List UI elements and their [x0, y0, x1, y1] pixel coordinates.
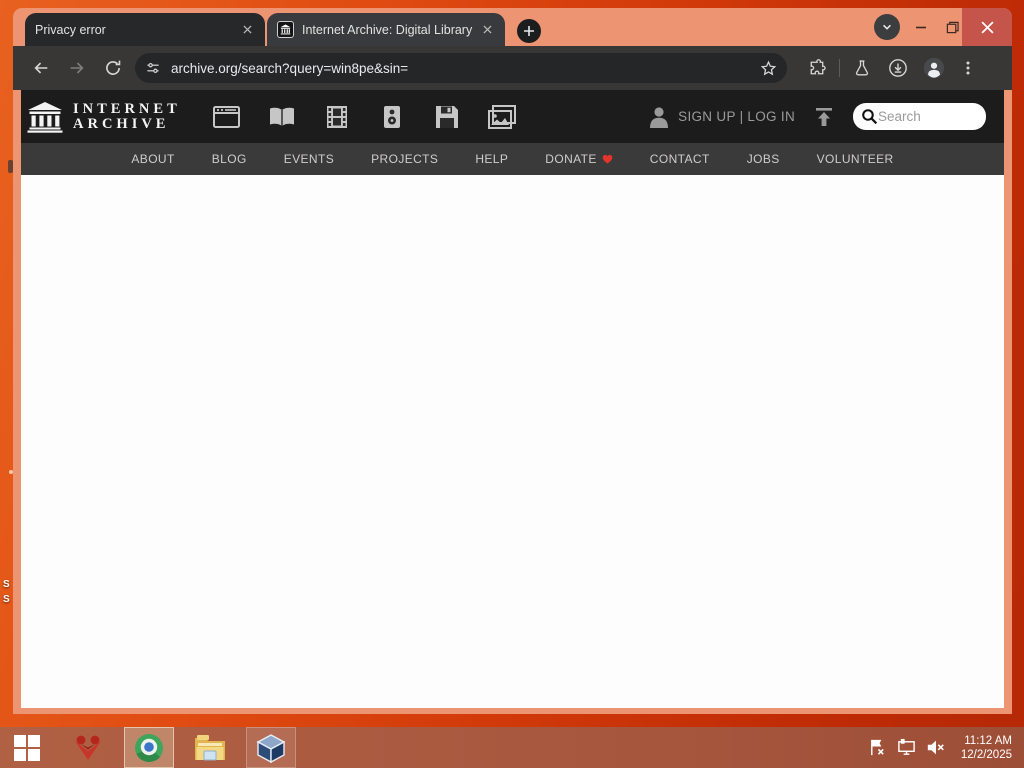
new-tab-button[interactable] — [517, 19, 541, 43]
web-media-icon[interactable] — [207, 102, 247, 132]
internet-archive-favicon — [277, 21, 294, 38]
site-nav: ABOUT BLOG EVENTS PROJECTS HELP DONATE C… — [21, 143, 1004, 175]
nav-item-events[interactable]: EVENTS — [284, 152, 334, 166]
labs-flask-icon[interactable] — [846, 52, 878, 84]
system-tray: 11:12 AM 12/2/2025 — [868, 734, 1024, 762]
extensions-icon[interactable] — [801, 52, 833, 84]
internet-archive-logo[interactable]: INTERNET ARCHIVE — [27, 101, 181, 133]
tray-flag-icon[interactable] — [868, 738, 887, 757]
taskbar-red-app[interactable] — [63, 727, 113, 768]
desktop: S S Privacy error Internet Archive: Digi… — [0, 0, 1024, 768]
nav-item-volunteer[interactable]: VOLUNTEER — [817, 152, 894, 166]
site-search-box[interactable] — [853, 103, 986, 130]
windows-logo-icon — [14, 734, 40, 761]
audio-media-icon[interactable] — [372, 102, 412, 132]
profile-avatar-icon[interactable] — [918, 52, 950, 84]
page-content-empty — [21, 175, 1004, 708]
site-search-input[interactable] — [878, 109, 968, 124]
software-media-icon[interactable] — [427, 102, 467, 132]
red-app-icon — [75, 735, 101, 760]
chevron-down-icon — [874, 14, 900, 40]
forward-button[interactable] — [61, 52, 93, 84]
signup-login-link[interactable]: SIGN UP | LOG IN — [678, 109, 795, 124]
tab-internet-archive[interactable]: Internet Archive: Digital Library — [267, 13, 505, 46]
search-icon — [862, 109, 878, 125]
media-type-icons — [207, 102, 522, 132]
person-icon — [648, 105, 670, 129]
close-button[interactable] — [962, 8, 1012, 46]
nav-item-blog[interactable]: BLOG — [212, 152, 247, 166]
tab-strip: Privacy error Internet Archive: Digital … — [13, 8, 1012, 46]
internet-archive-wordmark: INTERNET ARCHIVE — [73, 100, 181, 132]
reload-button[interactable] — [97, 52, 129, 84]
taskbar-virtualbox[interactable] — [246, 727, 296, 768]
upload-icon[interactable] — [809, 102, 839, 132]
url-bar[interactable]: archive.org/search?query=win8pe&sin= — [135, 53, 787, 83]
taskbar-file-explorer[interactable] — [185, 727, 235, 768]
file-explorer-icon — [195, 735, 225, 761]
downloads-icon[interactable] — [882, 52, 914, 84]
desktop-icon-label-fragment: S — [3, 579, 10, 590]
url-text[interactable]: archive.org/search?query=win8pe&sin= — [171, 61, 760, 76]
images-media-icon[interactable] — [482, 102, 522, 132]
tray-volume-muted-icon[interactable] — [926, 738, 946, 757]
site-info-icon[interactable] — [145, 60, 161, 76]
clock-time: 11:12 AM — [964, 734, 1012, 747]
nav-item-projects[interactable]: PROJECTS — [371, 152, 438, 166]
browser-menu-icon[interactable] — [952, 52, 984, 84]
page-viewport: INTERNET ARCHIVE SIGN UP | LOG IN Search… — [21, 90, 1004, 708]
tray-network-icon[interactable] — [896, 738, 917, 757]
nav-item-about[interactable]: ABOUT — [131, 152, 174, 166]
minimize-button[interactable] — [906, 8, 936, 46]
desktop-icon-label-fragment: S — [3, 594, 10, 605]
taskbar: 11:12 AM 12/2/2025 — [0, 727, 1024, 768]
heart-icon — [602, 154, 613, 164]
browser-window: Privacy error Internet Archive: Digital … — [8, 8, 1012, 714]
tab-close-icon[interactable] — [479, 22, 495, 38]
bookmark-star-icon[interactable] — [760, 60, 777, 77]
browser-toolbar: archive.org/search?query=win8pe&sin= — [13, 46, 1012, 90]
tab-title: Privacy error — [35, 22, 106, 37]
desktop-icon-fragment — [8, 160, 13, 173]
nav-item-jobs[interactable]: JOBS — [747, 152, 780, 166]
tab-close-icon[interactable] — [239, 22, 255, 38]
texts-media-icon[interactable] — [262, 102, 302, 132]
tab-title: Internet Archive: Digital Library — [302, 22, 473, 37]
chrome-browser-icon — [135, 733, 163, 762]
virtualbox-icon — [256, 733, 286, 763]
nav-item-help[interactable]: HELP — [475, 152, 508, 166]
start-button[interactable] — [2, 727, 52, 768]
tab-privacy-error[interactable]: Privacy error — [25, 13, 265, 46]
internet-archive-header: INTERNET ARCHIVE SIGN UP | LOG IN Search — [21, 90, 1004, 143]
toolbar-separator — [839, 59, 840, 77]
back-button[interactable] — [25, 52, 57, 84]
nav-item-donate[interactable]: DONATE — [545, 152, 613, 166]
video-media-icon[interactable] — [317, 102, 357, 132]
clock-date: 12/2/2025 — [960, 748, 1012, 761]
internet-archive-building-icon — [27, 101, 63, 133]
tab-search-button[interactable] — [872, 8, 902, 46]
taskbar-chrome-browser[interactable] — [124, 727, 174, 768]
taskbar-clock[interactable]: 11:12 AM 12/2/2025 — [961, 734, 1016, 762]
nav-item-contact[interactable]: CONTACT — [650, 152, 710, 166]
header-account-area: SIGN UP | LOG IN — [648, 102, 998, 132]
